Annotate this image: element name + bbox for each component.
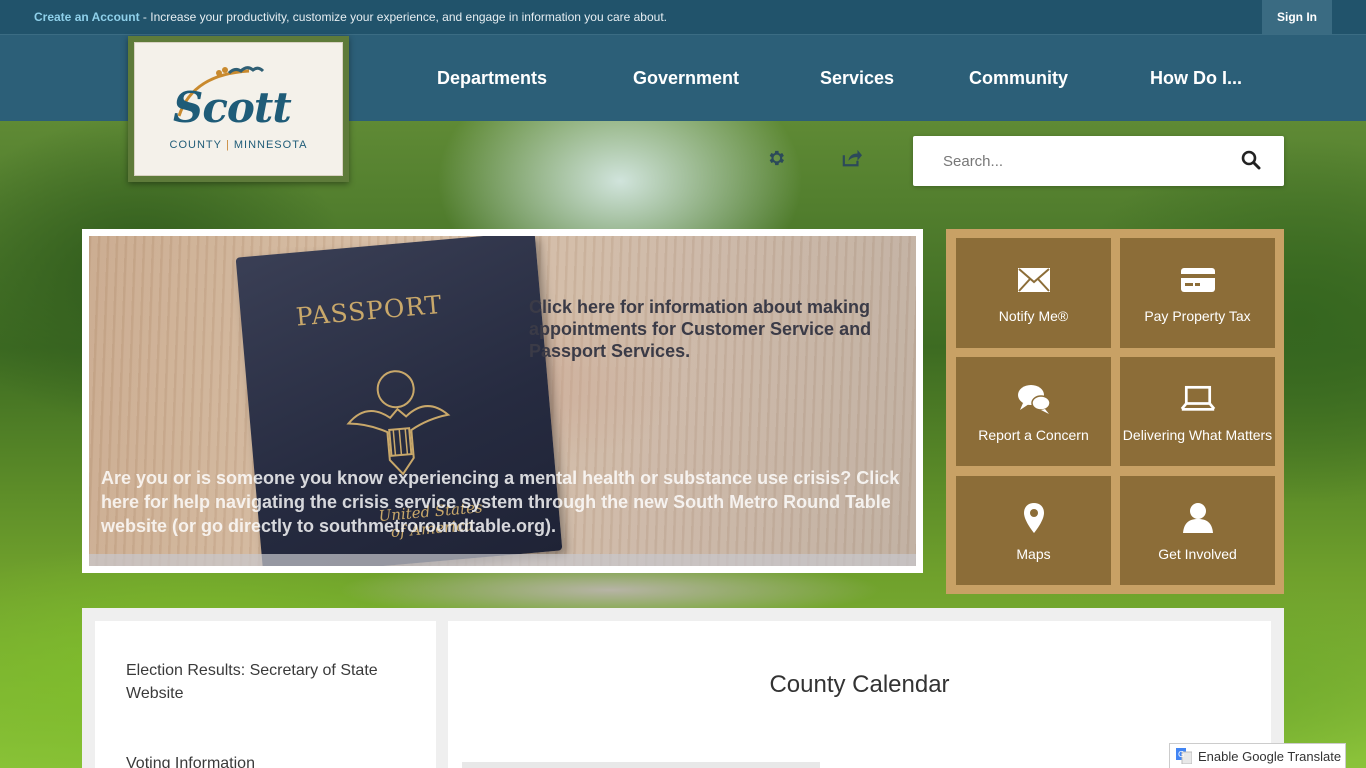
svg-text:G: G [1178,750,1184,759]
share-icon[interactable] [840,146,864,170]
person-icon [1180,500,1216,536]
google-translate-button[interactable]: G Enable Google Translate [1169,743,1346,768]
laptop-icon [1180,381,1216,417]
google-translate-icon: G [1176,748,1192,764]
quick-link-maps[interactable]: Maps [956,476,1111,585]
calendar-panel: County Calendar [448,621,1271,768]
map-pin-icon [1016,500,1052,536]
logo-state: MINNESOTA [233,139,308,151]
translate-label: Enable Google Translate [1198,748,1342,764]
sidebar-links-panel: Election Results: Secretary of State Web… [95,621,436,768]
quick-link-label: Notify Me® [998,308,1069,324]
logo-panel: Scott COUNTY | MINNESOTA [134,42,343,176]
sign-in-button[interactable]: Sign In [1262,0,1332,34]
nav-community[interactable]: Community [969,68,1068,89]
quick-link-label: Pay Property Tax [1144,308,1251,324]
calendar-widget [462,762,820,768]
calendar-title: County Calendar [769,671,950,698]
banner-image: PASSPORT United States of America Click … [89,236,916,566]
logo-county: COUNTY [169,139,222,151]
county-logo[interactable]: Scott COUNTY | MINNESOTA [128,36,349,182]
quick-link-label: Get Involved [1158,545,1237,562]
logo-separator: | [226,139,230,151]
banner-crisis-text: Are you or is someone you know experienc… [101,468,900,536]
create-account-link[interactable]: Create an Account [34,10,140,24]
envelope-icon [1016,262,1052,298]
top-bar: Create an Account - Increase your produc… [0,0,1366,35]
hero-banner[interactable]: PASSPORT United States of America Click … [82,229,923,573]
account-message-text: - Increase your productivity, customize … [139,10,667,24]
nav-departments[interactable]: Departments [437,68,547,89]
nav-government[interactable]: Government [633,68,739,89]
nav-how-do-i[interactable]: How Do I... [1150,68,1242,89]
passport-title: PASSPORT [294,289,444,332]
search-box [913,136,1284,186]
quick-link-pay-property-tax[interactable]: Pay Property Tax [1120,238,1275,348]
account-message: Create an Account - Increase your produc… [34,10,667,24]
quick-link-delivering-what-matters[interactable]: Delivering What Matters [1120,357,1275,466]
search-icon[interactable] [1241,150,1263,172]
search-input[interactable] [943,148,1223,174]
credit-card-icon [1180,262,1216,298]
quick-link-label: Report a Concern [978,426,1089,443]
sidebar-link-voting-information[interactable]: Voting Information [126,752,416,768]
banner-headline: Click here for information about making … [529,297,872,361]
nav-services[interactable]: Services [820,68,894,89]
quick-link-get-involved[interactable]: Get Involved [1120,476,1275,585]
quick-link-label: Maps [1016,545,1051,562]
logo-subtitle: COUNTY | MINNESOTA [135,139,342,151]
quick-link-report-concern[interactable]: Report a Concern [956,357,1111,466]
banner-footer-strip [89,554,916,566]
sidebar-link-election-results[interactable]: Election Results: Secretary of State Web… [126,659,416,705]
logo-wordmark: Scott [173,83,292,132]
chat-bubbles-icon [1016,381,1052,417]
gear-icon[interactable] [764,146,788,170]
quick-link-notify-me[interactable]: Notify Me® [956,238,1111,348]
quick-links-panel: Notify Me® Pay Property Tax Report a Con… [946,229,1284,594]
quick-link-label: Delivering What Matters [1122,426,1273,443]
